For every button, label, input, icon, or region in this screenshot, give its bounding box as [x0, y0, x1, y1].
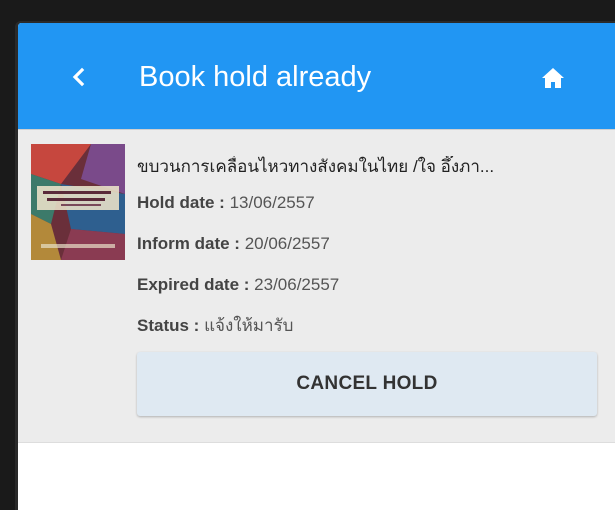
expired-date-value: 23/06/2557 [254, 275, 340, 294]
status-label: Status : [137, 316, 200, 335]
app-bar: Book hold already [18, 23, 615, 129]
home-button[interactable] [540, 65, 566, 91]
cancel-hold-button[interactable]: CANCEL HOLD [137, 352, 597, 416]
hold-date-value: 13/06/2557 [229, 193, 315, 212]
chevron-left-icon [72, 67, 85, 87]
hold-card: ขบวนการเคลื่อนไหวทางสังคมในไทย /ใจ อึ๊งภ… [18, 129, 615, 443]
hold-date-label: Hold date : [137, 193, 225, 212]
expired-date-label: Expired date : [137, 275, 250, 294]
inform-date-label: Inform date : [137, 234, 240, 253]
status-row: Status : แจ้งให้มารับ [137, 315, 293, 337]
expired-date-row: Expired date : 23/06/2557 [137, 274, 339, 296]
book-title[interactable]: ขบวนการเคลื่อนไหวทางสังคมในไทย /ใจ อึ๊งภ… [137, 156, 607, 178]
book-cover-image[interactable] [31, 144, 125, 260]
page-title: Book hold already [139, 61, 372, 93]
hold-date-row: Hold date : 13/06/2557 [137, 192, 315, 214]
phone-screen: Book hold already ขบวนการเคลื่อนไหวทางสั… [15, 21, 615, 510]
inform-date-value: 20/06/2557 [244, 234, 330, 253]
status-value: แจ้งให้มารับ [204, 316, 294, 335]
inform-date-row: Inform date : 20/06/2557 [137, 233, 330, 255]
back-button[interactable] [68, 61, 90, 93]
home-icon [542, 68, 564, 88]
